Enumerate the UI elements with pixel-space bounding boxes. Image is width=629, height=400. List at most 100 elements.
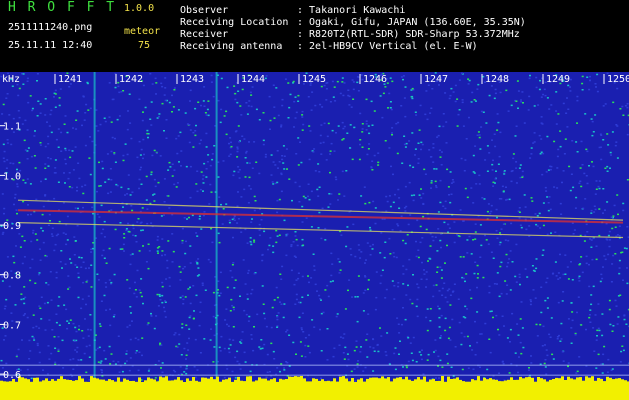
noise-speck: [342, 127, 345, 130]
noise-speck: [510, 104, 513, 107]
noise-speck: [330, 142, 333, 145]
noise-speck: [265, 376, 268, 379]
bottom-bar-spike: [249, 376, 252, 384]
noise-speck: [130, 205, 133, 207]
noise-speck: [58, 324, 61, 326]
noise-speck: [552, 358, 555, 360]
file-name: 2511111240.png: [8, 22, 93, 33]
noise-speck: [165, 119, 168, 121]
noise-speck: [187, 349, 190, 351]
noise-speck: [82, 337, 85, 339]
noise-speck: [458, 109, 461, 111]
noise-speck: [39, 307, 42, 309]
noise-speck: [68, 149, 71, 151]
noise-speck: [76, 351, 78, 353]
noise-speck: [404, 146, 407, 148]
noise-speck: [597, 353, 600, 356]
noise-speck: [589, 79, 591, 82]
noise-speck: [233, 308, 235, 311]
noise-speck: [89, 136, 91, 138]
noise-speck: [614, 226, 617, 228]
noise-speck: [232, 262, 235, 264]
noise-speck: [610, 154, 612, 156]
noise-speck: [546, 97, 549, 99]
noise-speck: [177, 109, 180, 111]
bottom-bar-spike: [336, 381, 339, 384]
noise-speck: [280, 190, 283, 193]
bottom-bar-spike: [264, 378, 267, 384]
noise-speck: [307, 345, 310, 347]
noise-speck: [285, 235, 288, 237]
noise-speck: [534, 297, 537, 299]
noise-speck: [24, 119, 27, 122]
noise-speck: [328, 193, 331, 195]
noise-speck: [248, 100, 251, 102]
noise-speck: [494, 182, 496, 184]
noise-speck: [584, 113, 587, 115]
noise-speck: [323, 84, 326, 87]
bottom-bar-spike: [522, 378, 525, 384]
noise-speck: [199, 301, 202, 304]
bottom-bar-spike: [393, 378, 396, 384]
noise-speck: [68, 172, 71, 174]
date-time: 25.11.11 12:40: [8, 40, 93, 51]
noise-speck: [379, 95, 382, 97]
noise-speck: [265, 75, 268, 77]
noise-speck: [318, 211, 321, 214]
noise-speck: [385, 354, 388, 357]
noise-speck: [401, 323, 403, 326]
noise-speck: [261, 285, 264, 287]
bottom-bar-spike: [168, 380, 171, 384]
noise-speck: [346, 226, 349, 228]
noise-speck: [84, 144, 87, 147]
bottom-bar-spike: [222, 379, 225, 384]
bottom-bar-spike: [195, 380, 198, 384]
noise-speck: [447, 223, 450, 226]
noise-speck: [240, 114, 243, 116]
bottom-bar-spike: [117, 377, 120, 384]
noise-speck: [290, 245, 293, 248]
noise-speck: [375, 271, 378, 273]
noise-speck: [364, 262, 366, 264]
noise-speck: [619, 361, 622, 363]
noise-speck: [592, 131, 595, 133]
noise-speck: [429, 320, 432, 322]
x-tick-label: 1245: [302, 74, 326, 85]
noise-speck: [612, 325, 615, 327]
noise-speck: [581, 82, 584, 85]
noise-speck: [29, 183, 32, 185]
noise-speck: [81, 185, 84, 188]
noise-speck: [377, 350, 380, 353]
noise-speck: [13, 203, 15, 206]
noise-speck: [332, 96, 335, 98]
noise-speck: [331, 129, 334, 132]
noise-speck: [3, 207, 6, 210]
noise-speck: [356, 296, 359, 298]
noise-speck: [268, 95, 271, 98]
noise-speck: [308, 351, 311, 354]
noise-speck: [370, 100, 373, 103]
noise-speck: [590, 303, 593, 306]
noise-speck: [578, 275, 581, 278]
noise-speck: [508, 372, 511, 374]
noise-speck: [38, 305, 41, 307]
noise-speck: [314, 170, 317, 172]
noise-speck: [493, 283, 496, 285]
bottom-bar-spike: [318, 380, 321, 384]
noise-speck: [349, 248, 352, 250]
noise-speck: [298, 201, 301, 203]
noise-speck: [204, 112, 207, 114]
noise-speck: [136, 156, 139, 159]
noise-speck: [120, 186, 123, 189]
noise-speck: [36, 80, 38, 82]
bottom-bar-spike: [513, 379, 516, 384]
noise-speck: [141, 354, 143, 357]
noise-speck: [402, 307, 404, 309]
noise-speck: [30, 240, 33, 243]
noise-speck: [415, 114, 418, 116]
noise-speck: [26, 178, 29, 180]
noise-speck: [505, 253, 508, 256]
bottom-bar-spike: [78, 376, 81, 384]
noise-speck: [546, 196, 549, 198]
noise-speck: [12, 162, 15, 165]
